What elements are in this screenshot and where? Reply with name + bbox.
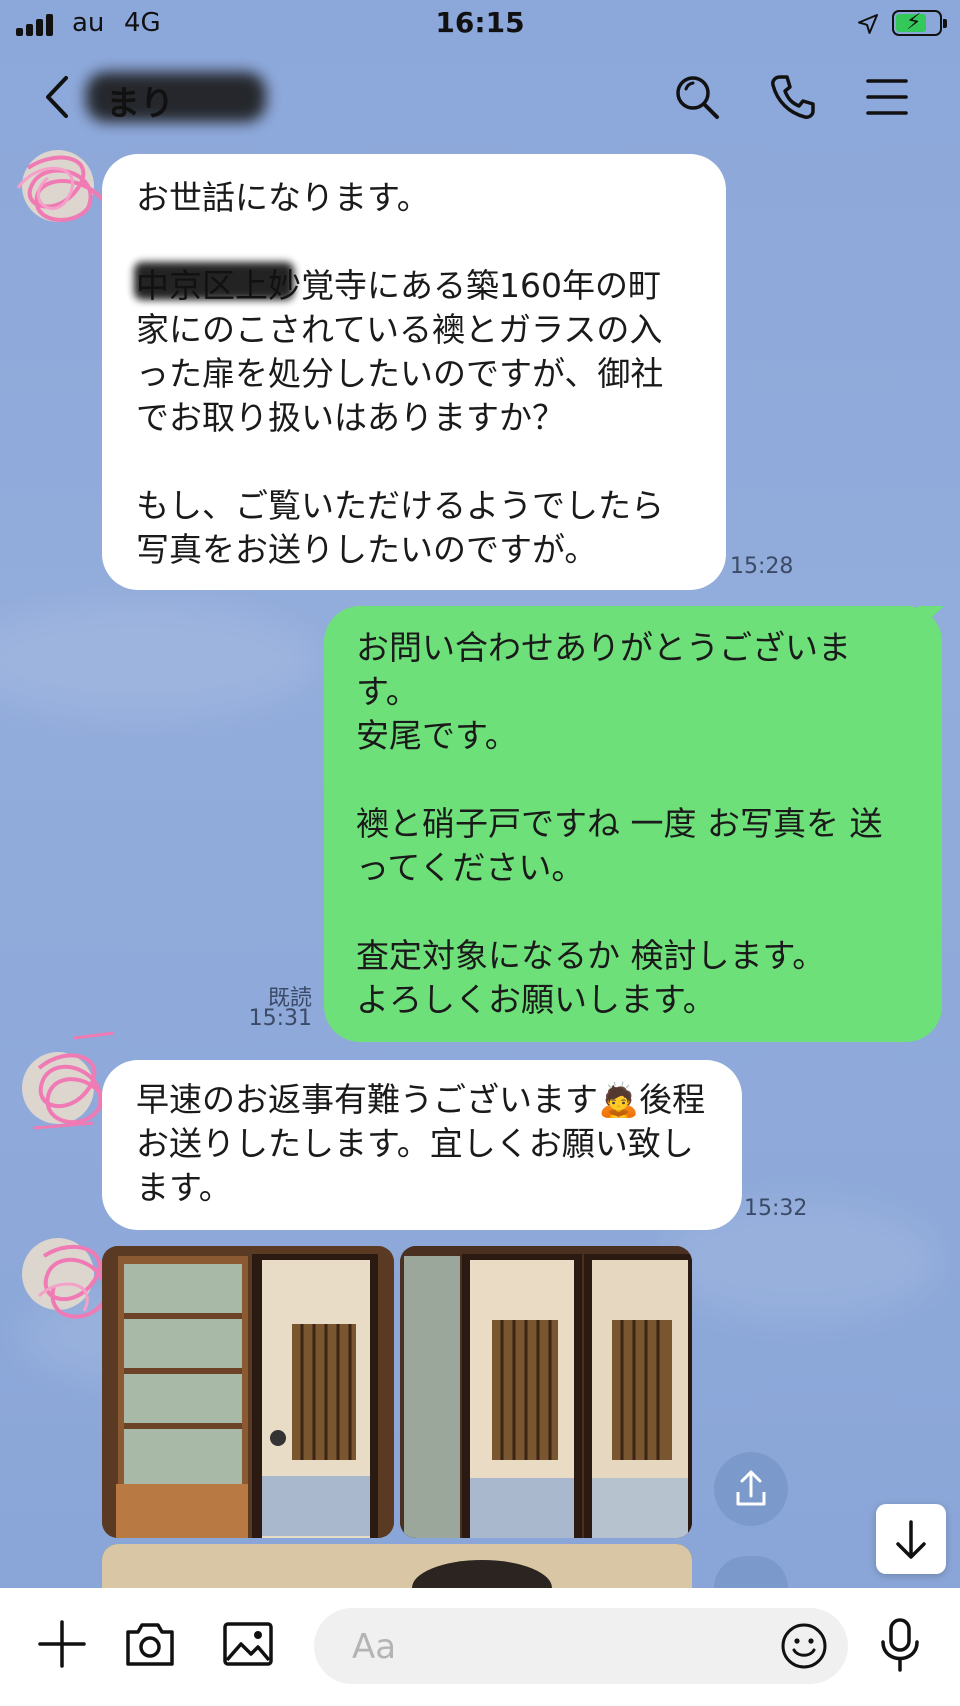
smiley-icon[interactable] — [778, 1620, 830, 1672]
scroll-to-bottom-button[interactable] — [876, 1504, 946, 1574]
photo-thumbnail[interactable] — [400, 1246, 692, 1538]
photo-thumbnail[interactable] — [102, 1246, 394, 1538]
share-button[interactable] — [714, 1452, 788, 1526]
location-arrow-icon — [858, 14, 878, 34]
clock: 16:15 — [435, 6, 525, 39]
message-time: 15:28 — [730, 554, 794, 579]
message-bubble-outgoing[interactable]: お問い合わせありがとうございます。 安尾です。 襖と硝子戸ですね 一度 お写真を… — [324, 606, 942, 1042]
message-bubble-incoming[interactable]: 早速のお返事有難うございます🙇後程お送りしたします。宜しくお願い致します。 — [102, 1060, 742, 1230]
status-bar: au 4G 16:15 ⚡ — [0, 0, 960, 48]
photo-partial — [102, 1544, 692, 1588]
camera-icon[interactable] — [122, 1616, 178, 1672]
microphone-icon[interactable] — [872, 1616, 928, 1672]
photo-thumbnail[interactable] — [102, 1544, 692, 1588]
message-input-bar — [0, 1588, 960, 1706]
sliding-doors-photo — [400, 1246, 692, 1538]
arrow-down-icon — [896, 1520, 926, 1559]
sliding-doors-photo — [102, 1246, 394, 1538]
address-redaction — [134, 262, 294, 300]
search-icon[interactable] — [672, 72, 722, 122]
chevron-left-icon[interactable] — [38, 72, 78, 122]
contact-name[interactable]: まり — [106, 76, 174, 125]
message-bubble-incoming[interactable]: お世話になります。 中京区上妙覚寺にある築160年の町家にのこされている襖とガラ… — [102, 154, 726, 590]
phone-icon[interactable] — [768, 72, 818, 122]
message-time: 15:31 — [248, 1006, 312, 1031]
battery-icon: ⚡ — [892, 10, 947, 36]
message-time: 15:32 — [744, 1196, 808, 1221]
chat-header: まり — [0, 56, 960, 146]
hamburger-menu-icon[interactable] — [862, 72, 912, 122]
plus-icon[interactable] — [34, 1616, 90, 1672]
background-cloud — [0, 600, 320, 720]
message-input-field[interactable] — [314, 1608, 848, 1684]
share-icon — [736, 1470, 766, 1506]
image-icon[interactable] — [220, 1616, 276, 1672]
message-input[interactable] — [350, 1622, 734, 1672]
